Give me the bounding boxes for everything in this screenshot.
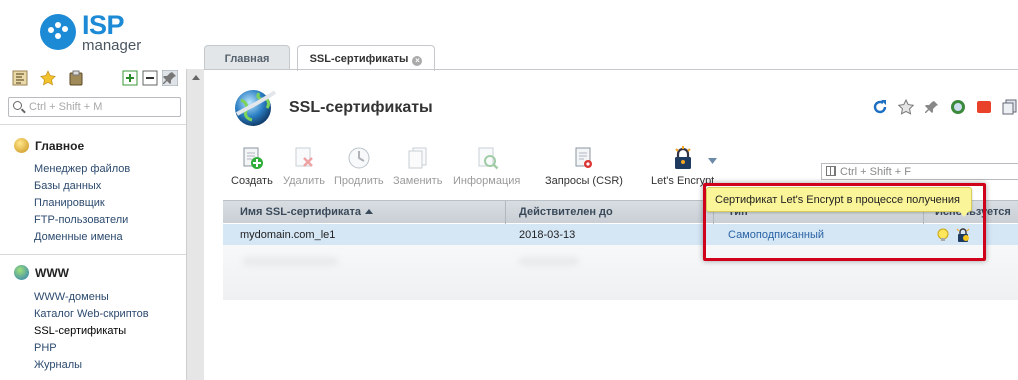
ssl-globe-icon — [235, 90, 277, 126]
column-separator[interactable] — [505, 201, 506, 224]
table-search-input[interactable] — [840, 165, 1010, 178]
sidebar-group-label: WWW — [35, 265, 69, 280]
refresh-icon[interactable] — [872, 99, 888, 115]
highlight-frame — [703, 183, 986, 261]
search-icon — [13, 101, 22, 110]
csr-requests-button[interactable]: Запросы (CSR) — [545, 146, 623, 187]
blurred-row — [519, 257, 579, 266]
create-icon — [243, 147, 263, 169]
sidebar-group-label: Главное — [35, 138, 85, 153]
favorites-star-icon[interactable] — [40, 70, 56, 86]
clipboard-icon[interactable] — [68, 70, 84, 86]
lets-encrypt-icon — [674, 146, 691, 169]
tab-home[interactable]: Главная — [204, 45, 290, 70]
sidebar-search-field[interactable] — [8, 97, 181, 117]
isp-manager-window: ISP manager Главное Менеджер файлов Базы… — [0, 0, 1018, 380]
stop-icon[interactable] — [976, 99, 992, 115]
sidebar-item-web-scripts[interactable]: Каталог Web-скриптов — [34, 308, 149, 320]
information-button[interactable]: Информация — [453, 146, 520, 187]
sidebar-item-php[interactable]: PHP — [34, 342, 57, 354]
replace-button[interactable]: Заменить — [393, 146, 442, 187]
delete-button[interactable]: Удалить — [283, 146, 325, 187]
delete-icon — [295, 147, 313, 167]
csr-icon — [575, 147, 592, 168]
create-label: Создать — [231, 175, 273, 187]
sidebar-group-main[interactable]: Главное — [14, 138, 84, 153]
sidebar-item-logs[interactable]: Журналы — [34, 359, 82, 371]
sidebar-divider — [0, 254, 186, 255]
sidebar-divider — [0, 124, 186, 125]
renew-button[interactable]: Продлить — [334, 146, 384, 187]
delete-label: Удалить — [283, 175, 325, 187]
column-header-valid-until[interactable]: Действителен до — [519, 206, 613, 218]
tab-ssl-certificates[interactable]: SSL-сертификаты × — [297, 45, 435, 71]
tab-label: SSL-сертификаты — [309, 53, 409, 65]
expand-all-icon[interactable] — [122, 70, 138, 86]
replace-label: Заменить — [393, 175, 443, 187]
logo-sub-text: manager — [82, 37, 142, 54]
sidebar-item-ftp-users[interactable]: FTP-пользователи — [34, 214, 128, 226]
sidebar-item-file-manager[interactable]: Менеджер файлов — [34, 163, 130, 175]
pin-icon[interactable] — [924, 99, 940, 115]
menu-tree-icon[interactable] — [12, 70, 28, 86]
blurred-row — [243, 257, 338, 266]
lets-encrypt-button[interactable]: Let's Encrypt — [651, 146, 714, 187]
collapse-arrow-icon[interactable] — [192, 75, 200, 80]
monitor-globe-icon[interactable] — [950, 99, 966, 115]
information-label: Информация — [453, 175, 521, 187]
sidebar-item-domain-names[interactable]: Доменные имена — [34, 231, 123, 243]
replace-icon — [408, 147, 427, 169]
table-search-field[interactable] — [821, 163, 1018, 180]
filter-grid-icon — [826, 166, 836, 176]
main-group-icon — [14, 138, 29, 153]
sort-ascending-icon — [365, 209, 374, 214]
csr-requests-label: Запросы (CSR) — [545, 175, 623, 187]
sidebar-group-www[interactable]: WWW — [14, 265, 69, 280]
favorite-star-icon[interactable] — [898, 99, 914, 115]
sidebar-item-scheduler[interactable]: Планировщик — [34, 197, 105, 209]
renew-icon — [348, 147, 370, 169]
isp-manager-logo: ISP manager — [40, 10, 180, 57]
sidebar-item-www-domains[interactable]: WWW-домены — [34, 291, 109, 303]
copy-icon[interactable] — [1002, 99, 1018, 115]
sidebar-item-ssl-certificates[interactable]: SSL-сертификаты — [34, 325, 126, 337]
cell-valid-until: 2018-03-13 — [519, 229, 576, 241]
renew-label: Продлить — [334, 175, 384, 187]
page-title: SSL-сертификаты — [289, 99, 433, 116]
sidebar-item-databases[interactable]: Базы данных — [34, 180, 101, 192]
globe-icon — [14, 265, 29, 280]
tab-label: Главная — [224, 53, 270, 65]
sidebar-splitter[interactable] — [186, 69, 204, 380]
column-header-name[interactable]: Имя SSL-сертификата — [240, 206, 374, 218]
logo-icon — [40, 14, 76, 50]
info-icon — [478, 147, 499, 170]
sidebar-search-input[interactable] — [29, 100, 174, 114]
tab-underline — [204, 69, 1018, 70]
sidebar-toolbar — [8, 69, 184, 89]
cell-certificate-name: mydomain.com_le1 — [240, 229, 336, 241]
create-button[interactable]: Создать — [231, 146, 273, 187]
close-tab-icon[interactable]: × — [412, 56, 423, 66]
collapse-all-icon[interactable] — [142, 70, 158, 86]
lets-encrypt-dropdown-icon[interactable] — [708, 158, 717, 164]
pin-icon[interactable] — [162, 70, 178, 86]
